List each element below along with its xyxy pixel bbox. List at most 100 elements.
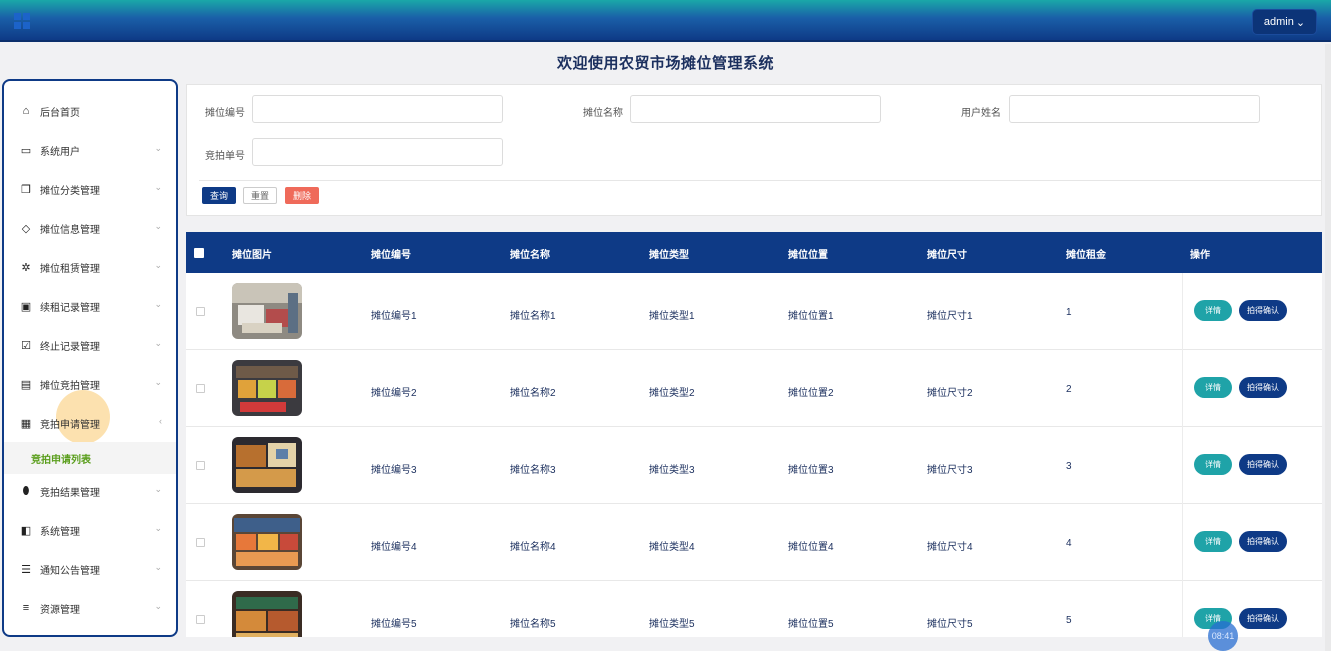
user-name-input[interactable] — [1009, 95, 1260, 123]
divider — [199, 180, 1321, 181]
chevron-down-icon: ⌄ — [154, 377, 162, 387]
apps-grid-icon[interactable] — [14, 13, 30, 29]
row-checkbox[interactable] — [196, 538, 205, 547]
sidebar-item-label: 竞拍申请管理 — [40, 419, 100, 431]
stall-image — [232, 591, 302, 637]
column-divider — [1182, 504, 1183, 581]
chevron-down-icon: ⌄ — [154, 523, 162, 533]
stall-rent-cell: 2 — [1066, 384, 1072, 395]
sidebar-item-termination-records[interactable]: ☑ 终止记录管理 ⌄ — [4, 327, 176, 363]
stall-code-cell: 摊位编号3 — [371, 465, 417, 476]
chevron-down-icon: ⌄ — [154, 338, 162, 348]
comment-icon: ▤ — [20, 378, 32, 391]
detail-button[interactable]: 详情 — [1194, 531, 1232, 552]
stall-size-cell: 摊位尺寸3 — [927, 465, 973, 476]
stall-code-cell: 摊位编号5 — [371, 619, 417, 630]
stall-image — [232, 514, 302, 570]
stall-type-cell: 摊位类型1 — [649, 311, 695, 322]
tag-icon: ◇ — [21, 222, 31, 235]
column-header: 摊位编号 — [371, 250, 411, 261]
sidebar-item-stall-lease[interactable]: ✲ 摊位租赁管理 ⌄ — [4, 249, 176, 285]
select-all-checkbox[interactable] — [194, 248, 204, 258]
user-name-label: 用户姓名 — [961, 108, 1001, 119]
column-header: 摊位图片 — [232, 250, 272, 261]
sliders-icon: ☰ — [21, 563, 31, 576]
sidebar-item-auction-result[interactable]: ⬮ 竞拍结果管理 ⌄ — [4, 473, 176, 509]
detail-button[interactable]: 详情 — [1194, 377, 1232, 398]
stall-code-input[interactable] — [252, 95, 503, 123]
reset-button[interactable]: 重置 — [243, 187, 277, 204]
row-checkbox[interactable] — [196, 615, 205, 624]
admin-user-dropdown[interactable]: admin ⌄ — [1252, 9, 1317, 35]
sidebar-item-stall-info[interactable]: ◇ 摊位信息管理 ⌄ — [4, 210, 176, 246]
stall-location-cell: 摊位位置2 — [788, 388, 834, 399]
stall-name-cell: 摊位名称4 — [510, 542, 556, 553]
sidebar-item-system-users[interactable]: ▭ 系统用户 ⌄ — [4, 132, 176, 168]
stall-code-cell: 摊位编号1 — [371, 311, 417, 322]
sidebar-item-label: 资源管理 — [40, 604, 80, 616]
sidebar-subitem-auction-application-list[interactable]: 竞拍申请列表 — [4, 442, 176, 474]
archive-icon: ▦ — [20, 417, 32, 430]
detail-button[interactable]: 详情 — [1194, 454, 1232, 475]
top-bar: admin ⌄ — [0, 0, 1331, 42]
stall-image — [232, 360, 302, 416]
sidebar-item-notice[interactable]: ☰ 通知公告管理 ⌄ — [4, 551, 176, 587]
row-checkbox[interactable] — [196, 461, 205, 470]
scrollbar-track[interactable] — [1325, 44, 1331, 651]
confirm-win-button[interactable]: 拍得确认 — [1239, 454, 1287, 475]
confirm-win-button[interactable]: 拍得确认 — [1239, 300, 1287, 321]
stall-type-cell: 摊位类型4 — [649, 542, 695, 553]
sidebar-item-stall-category[interactable]: ❒ 摊位分类管理 ⌄ — [4, 171, 176, 207]
stall-size-cell: 摊位尺寸2 — [927, 388, 973, 399]
stall-rent-cell: 5 — [1066, 615, 1072, 626]
stall-code-cell: 摊位编号4 — [371, 542, 417, 553]
stall-size-cell: 摊位尺寸5 — [927, 619, 973, 630]
detail-button[interactable]: 详情 — [1194, 300, 1232, 321]
chevron-down-icon: ⌄ — [154, 221, 162, 231]
chevron-down-icon: ⌄ — [154, 484, 162, 494]
search-form: 摊位编号 摊位名称 用户姓名 竞拍单号 查询 重置 删除 — [186, 84, 1322, 216]
inbox-icon: ▣ — [20, 300, 32, 313]
clone-icon: ◧ — [20, 524, 32, 537]
sidebar-item-resources[interactable]: ≡ 资源管理 ⌄ — [4, 590, 176, 626]
stall-name-cell: 摊位名称3 — [510, 465, 556, 476]
sun-icon: ✲ — [21, 261, 31, 274]
sidebar-item-home[interactable]: ⌂ 后台首页 — [4, 93, 176, 129]
query-button[interactable]: 查询 — [202, 187, 236, 204]
sidebar-item-renewal-records[interactable]: ▣ 续租记录管理 ⌄ — [4, 288, 176, 324]
confirm-win-button[interactable]: 拍得确认 — [1239, 531, 1287, 552]
sidebar-item-label: 竞拍结果管理 — [40, 487, 100, 499]
stall-size-cell: 摊位尺寸4 — [927, 542, 973, 553]
auction-no-input[interactable] — [252, 138, 503, 166]
chevron-down-icon: ⌄ — [154, 143, 162, 153]
chevron-down-icon: ⌄ — [154, 299, 162, 309]
stall-name-cell: 摊位名称5 — [510, 619, 556, 630]
row-checkbox[interactable] — [196, 307, 205, 316]
sidebar-item-label: 摊位租赁管理 — [40, 263, 100, 275]
sidebar-item-label: 后台首页 — [40, 107, 80, 119]
stall-name-input[interactable] — [630, 95, 881, 123]
column-header: 摊位名称 — [510, 250, 550, 261]
home-icon: ⌂ — [22, 105, 30, 117]
confirm-win-button[interactable]: 拍得确认 — [1239, 608, 1287, 629]
table-row: 摊位编号4 摊位名称4 摊位类型4 摊位位置4 摊位尺寸4 4 详情 拍得确认 — [186, 504, 1322, 581]
table-row: 摊位编号5 摊位名称5 摊位类型5 摊位位置5 摊位尺寸5 5 详情 拍得确认 — [186, 581, 1322, 637]
column-header: 摊位租金 — [1066, 250, 1106, 261]
clipboard-check-icon: ☑ — [21, 339, 31, 352]
auction-no-label: 竞拍单号 — [205, 151, 245, 162]
stall-code-cell: 摊位编号2 — [371, 388, 417, 399]
page-title: 欢迎使用农贸市场摊位管理系统 — [556, 55, 774, 72]
stall-image — [232, 437, 302, 493]
chevron-down-icon: ⌄ — [1295, 16, 1306, 29]
chevron-down-icon: ⌄ — [154, 182, 162, 192]
stall-location-cell: 摊位位置1 — [788, 311, 834, 322]
column-header: 摊位类型 — [649, 250, 689, 261]
table-row: 摊位编号3 摊位名称3 摊位类型3 摊位位置3 摊位尺寸3 3 详情 拍得确认 — [186, 427, 1322, 504]
list-icon: ≡ — [22, 602, 30, 614]
confirm-win-button[interactable]: 拍得确认 — [1239, 377, 1287, 398]
sidebar-item-system-management[interactable]: ◧ 系统管理 ⌄ — [4, 512, 176, 548]
delete-button[interactable]: 删除 — [285, 187, 319, 204]
sidebar-item-auction-application[interactable]: ▦ 竞拍申请管理 ‹ — [4, 405, 176, 441]
stall-code-label: 摊位编号 — [205, 108, 245, 119]
row-checkbox[interactable] — [196, 384, 205, 393]
